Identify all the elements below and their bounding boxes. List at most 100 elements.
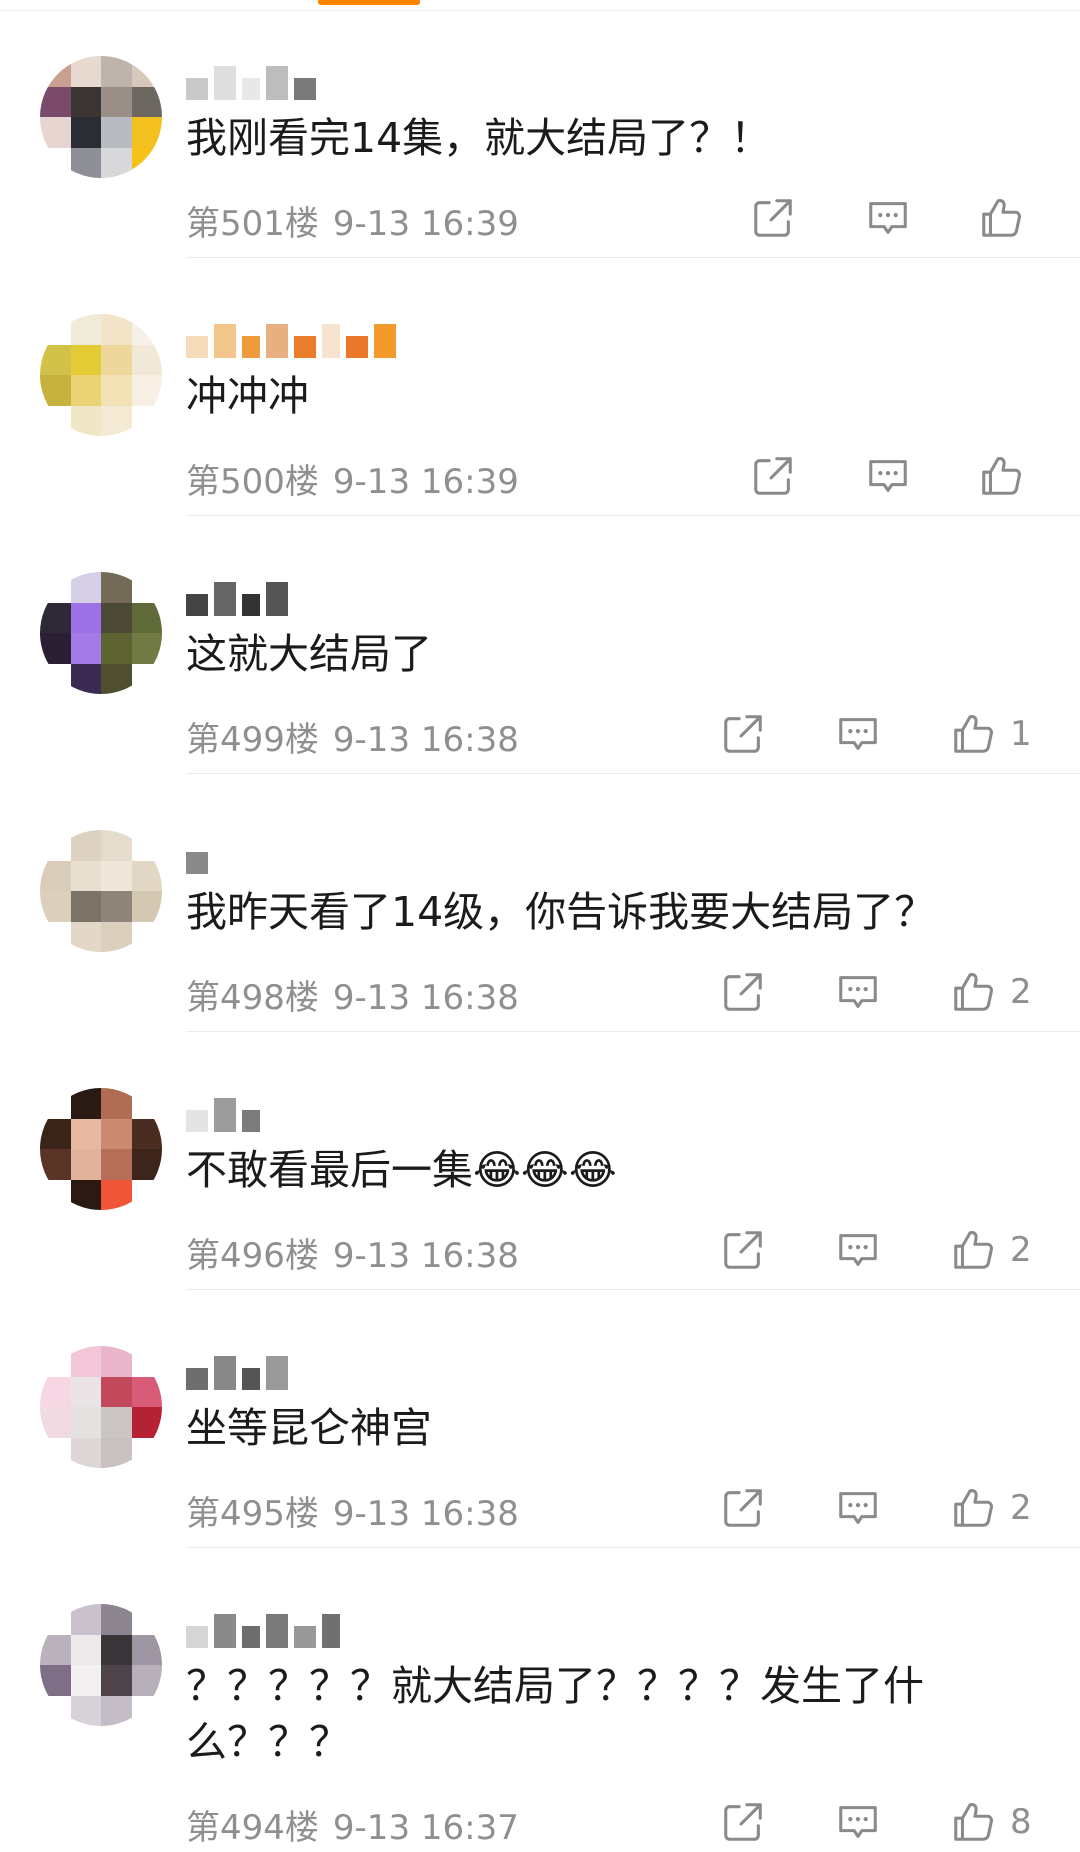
like-icon xyxy=(950,1227,996,1273)
like-button[interactable] xyxy=(978,192,1024,244)
timestamp: 9-13 16:38 xyxy=(332,1236,519,1276)
username-blurred[interactable] xyxy=(186,574,526,616)
reply-icon xyxy=(835,969,881,1015)
reply-icon xyxy=(835,1799,881,1845)
floor-number: 第499楼 xyxy=(186,720,319,760)
comment-text: 我刚看完14集，就大结局了？！ xyxy=(186,114,772,162)
comment-item[interactable]: 坐等昆仑神宫第495楼 9-13 16:38 2 xyxy=(0,1290,1080,1548)
comment-item[interactable]: 我昨天看了14级，你告诉我要大结局了？ 第498楼 9-13 16:38 2 xyxy=(0,774,1080,1032)
comment-item[interactable]: 冲冲冲第500楼 9-13 16:39 xyxy=(0,258,1080,516)
share-icon xyxy=(750,195,796,241)
comment-text: 坐等昆仑神宫 xyxy=(186,1404,432,1452)
avatar[interactable] xyxy=(40,1604,162,1726)
reply-icon xyxy=(865,195,911,241)
comment-item[interactable]: 这就大结局了第499楼 9-13 16:38 1 xyxy=(0,516,1080,774)
like-button[interactable]: 2 xyxy=(950,1224,1032,1276)
like-count: 2 xyxy=(1010,1230,1032,1270)
username-blurred[interactable] xyxy=(186,1090,526,1132)
like-button[interactable]: 2 xyxy=(950,1482,1032,1534)
floor-number: 第501楼 xyxy=(186,204,319,244)
comment-text: 不敢看最后一集😂😂😂 xyxy=(186,1146,617,1194)
username-blurred[interactable] xyxy=(186,1606,526,1648)
timestamp: 9-13 16:38 xyxy=(332,1494,519,1534)
reply-button[interactable] xyxy=(865,192,911,244)
floor-number: 第498楼 xyxy=(186,978,319,1018)
share-icon xyxy=(750,453,796,499)
reply-icon xyxy=(835,1227,881,1273)
like-icon xyxy=(978,453,1024,499)
timestamp: 9-13 16:37 xyxy=(332,1808,519,1848)
comment-meta: 第500楼 9-13 16:39 xyxy=(186,454,519,503)
username-blurred[interactable] xyxy=(186,1348,526,1390)
comment-text: 这就大结局了 xyxy=(186,630,432,678)
like-button[interactable] xyxy=(978,450,1024,502)
timestamp: 9-13 16:39 xyxy=(332,462,519,502)
like-count: 2 xyxy=(1010,1488,1032,1528)
reply-button[interactable] xyxy=(835,708,881,760)
reply-button[interactable] xyxy=(835,1482,881,1534)
like-icon xyxy=(950,969,996,1015)
reply-icon xyxy=(835,1485,881,1531)
like-icon xyxy=(950,1799,996,1845)
reply-icon xyxy=(835,711,881,757)
like-icon xyxy=(978,195,1024,241)
reply-button[interactable] xyxy=(835,1796,881,1848)
comment-meta: 第495楼 9-13 16:38 xyxy=(186,1486,519,1535)
share-button[interactable] xyxy=(720,966,766,1018)
comment-actions: 2 xyxy=(700,1224,1080,1276)
avatar[interactable] xyxy=(40,830,162,952)
share-button[interactable] xyxy=(720,1796,766,1848)
comment-text: ？？？？？就大结局了？？？？发生了什么？？？ xyxy=(186,1662,924,1766)
comment-meta: 第498楼 9-13 16:38 xyxy=(186,970,519,1019)
share-icon xyxy=(720,1485,766,1531)
comment-meta: 第501楼 9-13 16:39 xyxy=(186,196,519,245)
reply-button[interactable] xyxy=(835,1224,881,1276)
username-blurred[interactable] xyxy=(186,316,526,358)
comment-actions: 1 xyxy=(700,708,1080,760)
timestamp: 9-13 16:38 xyxy=(332,978,519,1018)
like-count: 8 xyxy=(1010,1802,1032,1842)
comment-meta: 第496楼 9-13 16:38 xyxy=(186,1228,519,1277)
share-button[interactable] xyxy=(750,192,796,244)
reply-icon xyxy=(865,453,911,499)
share-icon xyxy=(720,711,766,757)
username-blurred[interactable] xyxy=(186,832,526,874)
floor-number: 第494楼 xyxy=(186,1808,319,1848)
share-icon xyxy=(720,1799,766,1845)
reply-button[interactable] xyxy=(835,966,881,1018)
comment-item[interactable]: ？？？？？就大结局了？？？？发生了什么？？？ 第494楼 9-13 16:37 8 xyxy=(0,1548,1080,1852)
share-button[interactable] xyxy=(720,1224,766,1276)
timestamp: 9-13 16:39 xyxy=(332,204,519,244)
comment-actions xyxy=(700,192,1080,244)
comment-actions: 2 xyxy=(700,966,1080,1018)
avatar[interactable] xyxy=(40,314,162,436)
floor-number: 第495楼 xyxy=(186,1494,319,1534)
like-button[interactable]: 8 xyxy=(950,1796,1032,1848)
like-button[interactable]: 2 xyxy=(950,966,1032,1018)
like-icon xyxy=(950,711,996,757)
avatar[interactable] xyxy=(40,1088,162,1210)
timestamp: 9-13 16:38 xyxy=(332,720,519,760)
comment-actions xyxy=(700,450,1080,502)
avatar[interactable] xyxy=(40,1346,162,1468)
comment-item[interactable]: 不敢看最后一集😂😂😂 第496楼 9-13 16:38 2 xyxy=(0,1032,1080,1290)
like-count: 1 xyxy=(1010,714,1032,754)
floor-number: 第500楼 xyxy=(186,462,319,502)
comment-text: 我昨天看了14级，你告诉我要大结局了？ xyxy=(186,888,936,936)
avatar[interactable] xyxy=(40,572,162,694)
avatar[interactable] xyxy=(40,56,162,178)
username-blurred[interactable] xyxy=(186,58,526,100)
share-icon xyxy=(720,969,766,1015)
comment-item[interactable]: 我刚看完14集，就大结局了？！ 第501楼 9-13 16:39 xyxy=(0,0,1080,258)
share-button[interactable] xyxy=(720,1482,766,1534)
like-count: 2 xyxy=(1010,972,1032,1012)
comment-actions: 2 xyxy=(700,1482,1080,1534)
like-icon xyxy=(950,1485,996,1531)
comment-meta: 第494楼 9-13 16:37 xyxy=(186,1800,519,1849)
comment-text: 冲冲冲 xyxy=(186,372,309,420)
comment-meta: 第499楼 9-13 16:38 xyxy=(186,712,519,761)
reply-button[interactable] xyxy=(865,450,911,502)
share-button[interactable] xyxy=(750,450,796,502)
like-button[interactable]: 1 xyxy=(950,708,1032,760)
share-button[interactable] xyxy=(720,708,766,760)
